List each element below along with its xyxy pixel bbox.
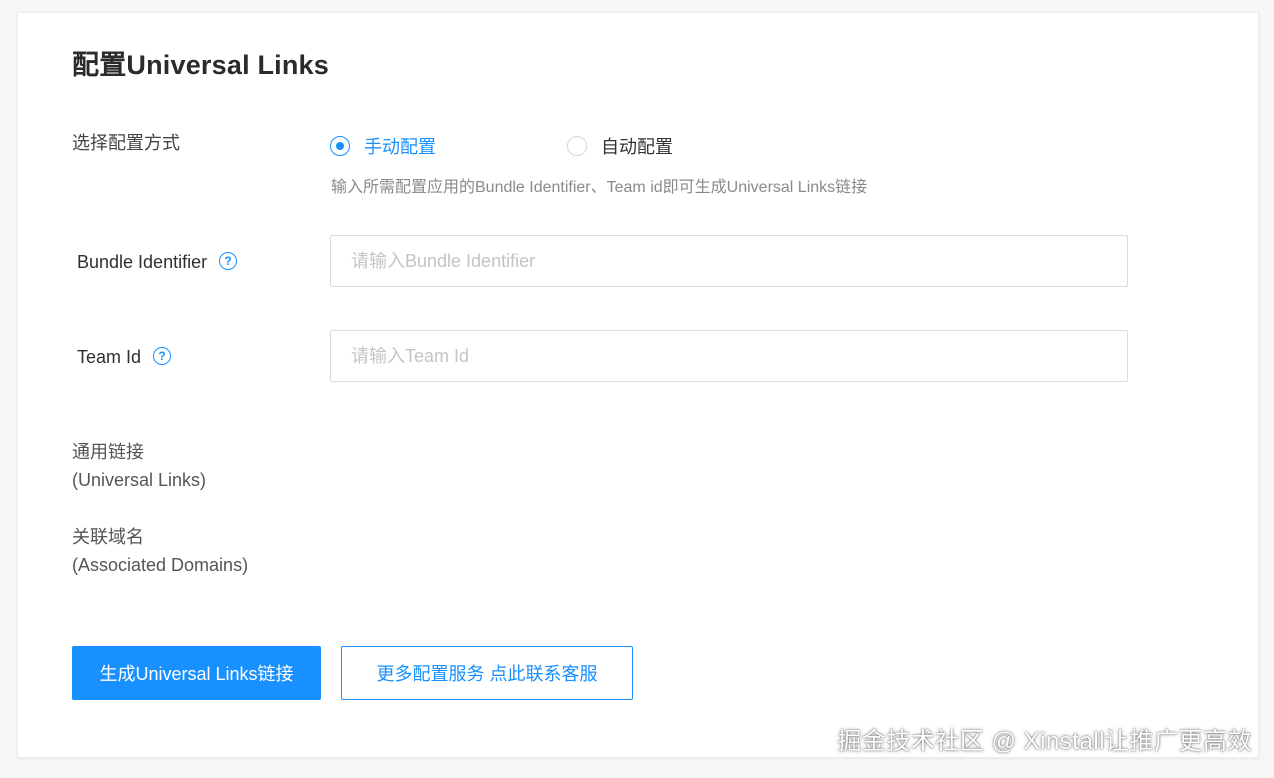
universal-links-label: 通用链接 (Universal Links) (72, 438, 206, 494)
config-hint: 输入所需配置应用的Bundle Identifier、Team id即可生成Un… (331, 179, 868, 196)
bundle-identifier-input[interactable] (330, 235, 1128, 287)
radio-auto-label: 自动配置 (601, 137, 673, 157)
bundle-identifier-label: Bundle Identifier (77, 252, 208, 272)
watermark: 掘金技术社区 @ Xinstall让推广更高效 (837, 728, 1252, 755)
page: 配置Universal Links 选择配置方式 手动配置 自动配置 输入所需配… (0, 0, 1274, 778)
config-mode-label: 选择配置方式 (72, 133, 180, 153)
bundle-identifier-label-row: Bundle Identifier? (77, 248, 238, 276)
team-id-label: Team Id (77, 347, 142, 367)
radio-checked-icon (330, 136, 350, 156)
help-icon[interactable]: ? (219, 252, 238, 271)
config-card: 配置Universal Links 选择配置方式 手动配置 自动配置 输入所需配… (17, 12, 1259, 758)
page-title: 配置Universal Links (72, 50, 329, 80)
radio-manual-label: 手动配置 (364, 137, 436, 157)
radio-auto-config[interactable]: 自动配置 (567, 133, 673, 159)
radio-manual-config[interactable]: 手动配置 (330, 133, 436, 159)
radio-unchecked-icon (567, 136, 587, 156)
contact-support-button[interactable]: 更多配置服务 点此联系客服 (341, 646, 633, 700)
help-icon[interactable]: ? (153, 347, 172, 366)
universal-links-label-en: (Universal Links) (72, 470, 207, 490)
associated-domains-label-cn: 关联域名 (72, 527, 144, 547)
generate-links-button[interactable]: 生成Universal Links链接 (72, 646, 321, 700)
associated-domains-label: 关联域名 (Associated Domains) (72, 523, 248, 579)
team-id-input[interactable] (330, 330, 1128, 382)
team-id-label-row: Team Id? (77, 343, 172, 371)
universal-links-label-cn: 通用链接 (72, 442, 144, 462)
associated-domains-label-en: (Associated Domains) (72, 555, 249, 575)
